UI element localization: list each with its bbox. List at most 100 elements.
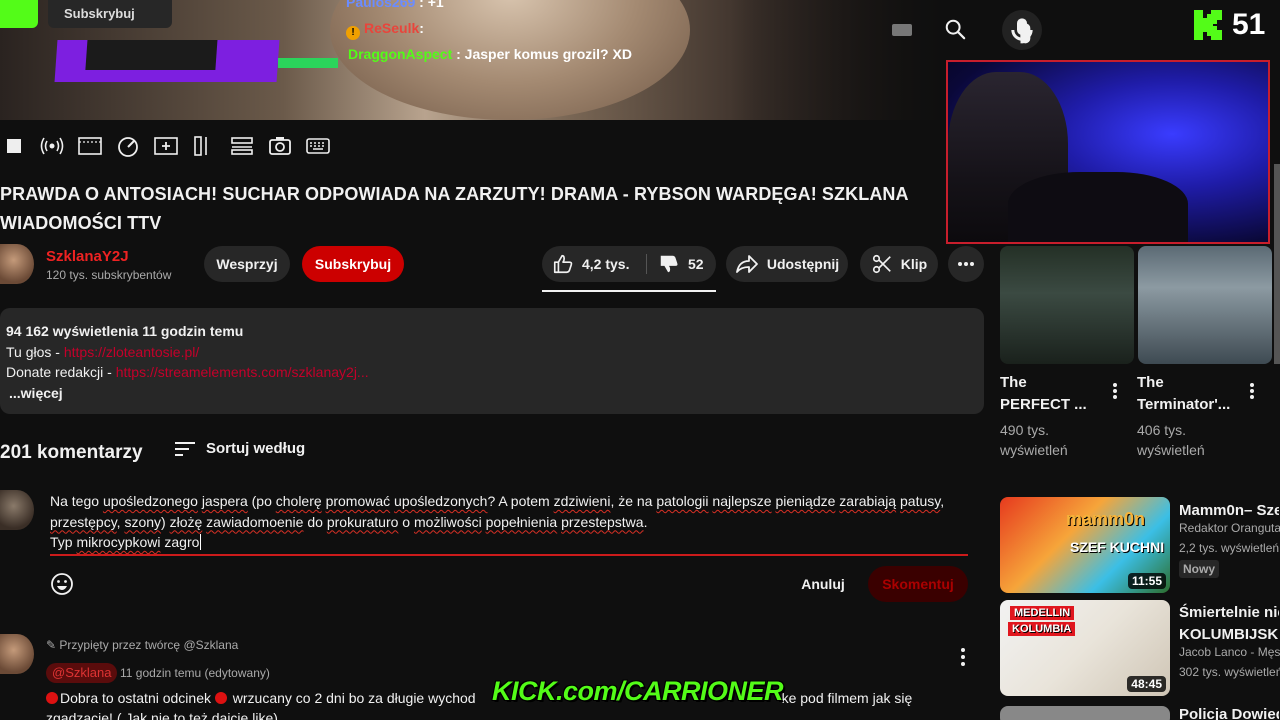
related-video-views: 302 tys. wyświetleń <box>1179 665 1280 679</box>
more-horizontal-icon <box>958 262 974 266</box>
video-overlay-bar <box>278 58 338 68</box>
like-count: 4,2 tys. <box>582 256 630 272</box>
dislike-button[interactable]: 52 <box>654 246 716 282</box>
channel-avatar[interactable] <box>0 244 34 284</box>
related-video-views: 490 tys. wyświetleń <box>1000 422 1068 458</box>
sort-button[interactable]: Sortuj według <box>206 440 305 457</box>
my-avatar <box>0 490 34 530</box>
related-video-views: 406 tys. wyświetleń <box>1137 422 1205 458</box>
emoji-icon[interactable] <box>50 572 74 596</box>
viewer-count: 51 <box>1232 8 1266 41</box>
channel-name[interactable]: SzklanaY2J <box>46 248 129 265</box>
split-view-icon[interactable] <box>190 132 218 160</box>
description-box[interactable]: 94 162 wyświetlenia 11 godzin temu Tu gł… <box>0 308 984 414</box>
description-link[interactable]: https://zloteantosie.pl/ <box>64 344 199 360</box>
video-duration: 11:55 <box>1127 573 1166 589</box>
support-button[interactable]: Wesprzyj <box>204 246 290 282</box>
submit-comment-button[interactable]: Skomentuj <box>868 566 968 602</box>
top-subscribe-label: Subskrybuj <box>64 6 135 21</box>
chat-message: DraggonAspect : Jasper komus grozil? XD <box>348 46 632 62</box>
chat-badge-icon: ! <box>346 26 360 40</box>
related-video-title[interactable]: Śmiertelnie niebKOLUMBIJSKIE <box>1179 602 1279 646</box>
more-vertical-icon[interactable] <box>1249 382 1255 400</box>
chat-user: DraggonAspect <box>348 46 453 62</box>
pinned-comment-avatar[interactable] <box>0 634 34 674</box>
related-video-thumbnail[interactable]: MEDELLIN KOLUMBIA 48:45 <box>1000 600 1170 696</box>
thumbs-up-icon <box>553 254 573 274</box>
related-video-thumbnail[interactable]: mamm0n SZEF KUCHNI 11:55 <box>1000 497 1170 593</box>
theater-mode-icon[interactable] <box>228 132 256 160</box>
microphone-icon <box>1011 18 1033 44</box>
top-subscribe-button[interactable]: Subskrybuj <box>48 0 172 28</box>
comment-more-icon[interactable] <box>956 646 970 668</box>
like-ratio-bar <box>542 290 716 292</box>
description-link[interactable]: https://streamelements.com/szklanay2j... <box>116 364 369 380</box>
related-video-views: 2,2 tys. wyświetleń <box>1179 541 1280 555</box>
related-video-title[interactable]: The PERFECT ... <box>1000 372 1100 416</box>
more-actions-button[interactable] <box>948 246 984 282</box>
related-video-channel[interactable]: Redaktor Orangutan <box>1179 518 1280 538</box>
related-video-title[interactable]: Policja Dowiedz <box>1179 704 1279 720</box>
keyboard-icon[interactable] <box>892 24 912 36</box>
pin-icon: ✎ <box>46 638 57 652</box>
chat-text: : Jasper komus grozil? XD <box>456 46 632 62</box>
clip-button[interactable]: Klip <box>860 246 938 282</box>
related-video-thumbnail[interactable] <box>1000 706 1170 720</box>
description-text: Tu głos - <box>6 343 64 360</box>
like-button[interactable]: 4,2 tys. <box>542 246 646 282</box>
kick-overlay-badge <box>0 0 38 28</box>
description-line: Donate redakcji - https://streamelements… <box>6 362 978 383</box>
share-icon <box>735 255 758 273</box>
comment-input[interactable]: Na tego upośledzonego jaspera (po choler… <box>50 491 968 553</box>
speed-icon[interactable] <box>114 132 142 160</box>
related-video-title[interactable]: The Terminator'... <box>1137 372 1237 416</box>
video-overlay-banner <box>54 40 280 82</box>
chat-user: ReSeulk <box>364 20 420 36</box>
pinned-comment-time: 11 godzin temu (edytowany) <box>120 666 270 680</box>
player-toolbar <box>0 132 332 160</box>
like-dislike-group: 4,2 tys. 52 <box>542 246 716 282</box>
description-line: Tu głos - https://zloteantosie.pl/ <box>6 342 978 363</box>
screenshot-icon[interactable] <box>266 132 294 160</box>
share-label: Udostępnij <box>766 256 840 272</box>
related-video-channel[interactable]: Jacob Lanco - Męs <box>1179 642 1280 662</box>
show-more-link[interactable]: ...więcej <box>6 383 978 404</box>
scissors-icon <box>872 254 891 274</box>
video-shade <box>730 0 944 120</box>
cancel-button[interactable]: Anuluj <box>790 566 856 602</box>
live-signal-icon[interactable] <box>38 132 66 160</box>
video-duration: 48:45 <box>1127 676 1166 692</box>
pinned-by-label: ✎ Przypięty przez twórcę @Szklana <box>46 638 239 652</box>
chat-message: Paulos269 : +1 <box>346 0 444 10</box>
dislike-count: 52 <box>688 256 704 272</box>
kick-logo-icon <box>1194 10 1222 40</box>
subscribe-button[interactable]: Subskrybuj <box>302 246 404 282</box>
search-icon[interactable] <box>944 18 966 40</box>
description-text: Donate redakcji - <box>6 364 116 380</box>
stop-icon[interactable] <box>0 132 28 160</box>
chat-text: : <box>419 20 424 36</box>
red-circle-emoji-icon <box>46 692 58 704</box>
add-to-queue-icon[interactable] <box>152 132 180 160</box>
chat-text: : +1 <box>419 0 444 10</box>
related-video-thumbnail[interactable] <box>1000 246 1134 364</box>
description-stats: 94 162 wyświetlenia 11 godzin temu <box>6 323 244 339</box>
keyboard-shortcuts-icon[interactable] <box>304 132 332 160</box>
webcam-overlay <box>946 60 1270 244</box>
new-badge: Nowy <box>1179 560 1220 578</box>
share-button[interactable]: Udostępnij <box>726 246 848 282</box>
related-video-thumbnail[interactable] <box>1138 246 1272 364</box>
chat-user: Paulos269 <box>346 0 416 10</box>
more-vertical-icon[interactable] <box>1112 382 1118 400</box>
clip-label: Klip <box>900 256 928 272</box>
sort-icon[interactable] <box>174 440 196 458</box>
kick-url-overlay: KICK.com/CARRIONER <box>492 676 784 706</box>
voice-search-button[interactable] <box>1002 10 1042 50</box>
pinned-comment-author[interactable]: @Szklana <box>46 663 118 683</box>
comments-count: 201 komentarzy <box>0 442 143 463</box>
miniplayer-icon[interactable] <box>76 132 104 160</box>
channel-subscribers: 120 tys. subskrybentów <box>46 268 172 282</box>
related-video-thumbnail[interactable] <box>1274 164 1280 364</box>
comment-input-underline <box>50 554 968 556</box>
thumbs-down-icon <box>660 255 678 273</box>
